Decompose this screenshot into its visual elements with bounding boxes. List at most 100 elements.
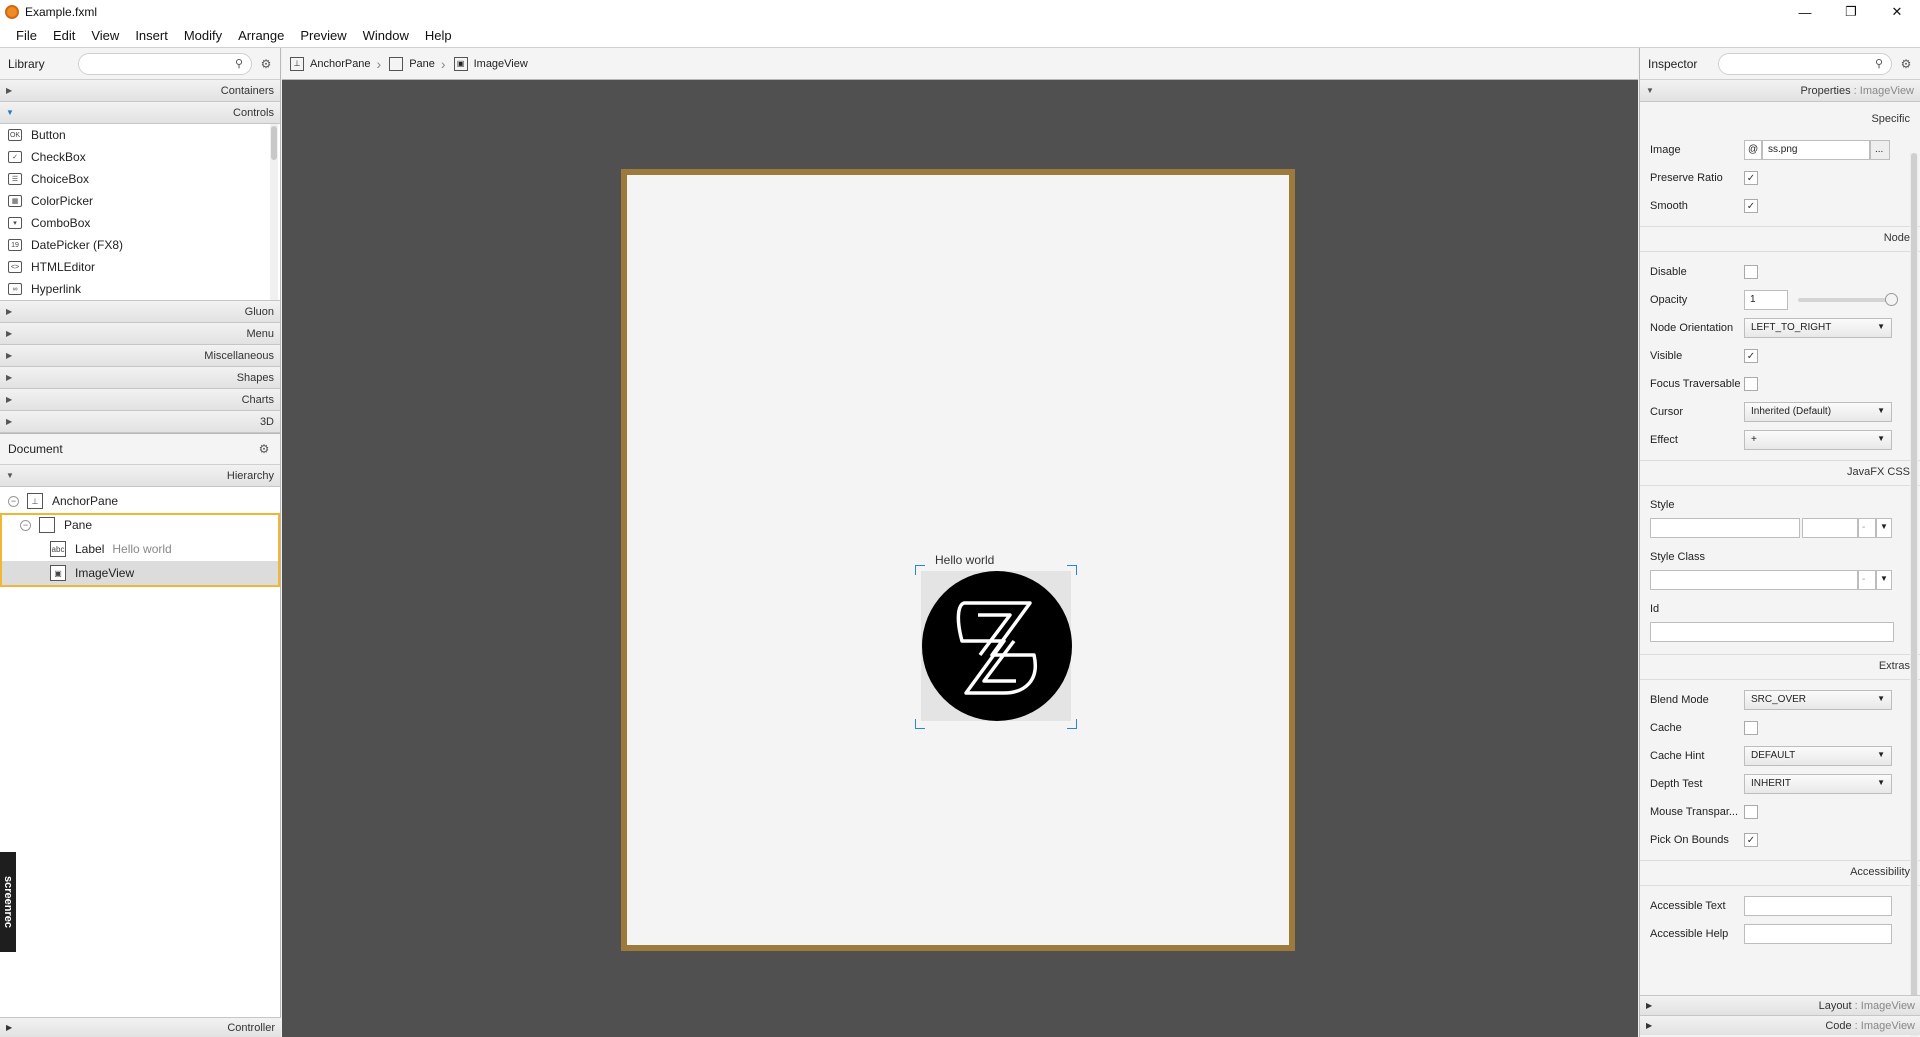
disable-checkbox[interactable] bbox=[1744, 265, 1758, 279]
minimize-button[interactable]: — bbox=[1782, 0, 1828, 24]
list-item[interactable]: <> HTMLEditor bbox=[0, 256, 280, 278]
section-menu[interactable]: ▶ Menu bbox=[0, 323, 280, 345]
visible-checkbox[interactable]: ✓ bbox=[1744, 349, 1758, 363]
image-browse-button[interactable]: ... bbox=[1870, 140, 1890, 160]
chevron-down-icon: ▼ bbox=[1877, 434, 1885, 443]
pick-on-bounds-checkbox[interactable]: ✓ bbox=[1744, 833, 1758, 847]
gear-icon[interactable]: ⚙ bbox=[256, 442, 272, 456]
section-controls[interactable]: ▼ Controls bbox=[0, 102, 280, 124]
list-item[interactable]: ✓ CheckBox bbox=[0, 146, 280, 168]
scrollbar[interactable] bbox=[270, 124, 278, 300]
menu-edit[interactable]: Edit bbox=[45, 28, 83, 43]
cache-checkbox[interactable] bbox=[1744, 721, 1758, 735]
breadcrumb-imageview[interactable]: ▣ ImageView bbox=[453, 56, 528, 71]
library-search-input[interactable]: ⚲ bbox=[78, 52, 252, 75]
section-3d[interactable]: ▶ 3D bbox=[0, 411, 280, 433]
opacity-field[interactable]: 1 bbox=[1744, 290, 1788, 310]
divider bbox=[1640, 485, 1920, 486]
menu-insert[interactable]: Insert bbox=[127, 28, 176, 43]
properties-section[interactable]: ▼ Properties : ImageView bbox=[1640, 80, 1920, 102]
hello-world-label[interactable]: Hello world bbox=[935, 553, 994, 567]
prop-style: - ▼ bbox=[1640, 516, 1920, 540]
section-label: Charts bbox=[241, 393, 274, 406]
cache-hint-select[interactable]: DEFAULT ▼ bbox=[1744, 746, 1892, 766]
style-class-field[interactable] bbox=[1650, 570, 1858, 590]
list-item[interactable]: 19 DatePicker (FX8) bbox=[0, 234, 280, 256]
accessible-text-field[interactable] bbox=[1744, 896, 1892, 916]
breadcrumb-pane[interactable]: Pane bbox=[389, 56, 435, 71]
restore-button[interactable]: ❐ bbox=[1828, 0, 1874, 24]
section-gluon[interactable]: ▶ Gluon bbox=[0, 301, 280, 323]
chevron-right-icon: ▶ bbox=[6, 417, 13, 426]
anchorpane-stage[interactable]: Hello world bbox=[621, 169, 1295, 951]
resize-handle-tr[interactable] bbox=[1067, 565, 1077, 575]
prop-node-orientation: Node Orientation LEFT_TO_RIGHT ▼ bbox=[1640, 314, 1920, 342]
style-menu-button[interactable]: - bbox=[1858, 518, 1876, 538]
menu-window[interactable]: Window bbox=[355, 28, 417, 43]
preserve-ratio-checkbox[interactable]: ✓ bbox=[1744, 171, 1758, 185]
resize-handle-tl[interactable] bbox=[915, 565, 925, 575]
prop-style-label: Style bbox=[1640, 494, 1920, 516]
imageview-icon: ▣ bbox=[453, 56, 468, 71]
accessible-help-field[interactable] bbox=[1744, 924, 1892, 944]
style-value-field[interactable] bbox=[1802, 518, 1858, 538]
tree-item-label: AnchorPane bbox=[52, 494, 119, 508]
effect-select[interactable]: + ▼ bbox=[1744, 430, 1892, 450]
prop-pick-on-bounds: Pick On Bounds ✓ bbox=[1640, 826, 1920, 854]
resize-handle-bl[interactable] bbox=[915, 719, 925, 729]
collapse-icon[interactable]: − bbox=[8, 495, 19, 507]
list-item[interactable]: ☰ ChoiceBox bbox=[0, 168, 280, 190]
menu-file[interactable]: File bbox=[8, 28, 45, 43]
resize-handle-br[interactable] bbox=[1067, 719, 1077, 729]
slider-thumb[interactable] bbox=[1885, 293, 1898, 306]
divider bbox=[1640, 679, 1920, 680]
opacity-slider[interactable] bbox=[1798, 293, 1898, 306]
list-item[interactable]: OK Button bbox=[0, 124, 280, 146]
smooth-checkbox[interactable]: ✓ bbox=[1744, 199, 1758, 213]
style-field[interactable] bbox=[1650, 518, 1800, 538]
design-canvas[interactable]: Hello world bbox=[282, 80, 1638, 1037]
section-shapes[interactable]: ▶ Shapes bbox=[0, 367, 280, 389]
gear-icon[interactable]: ⚙ bbox=[258, 57, 274, 71]
mouse-transparent-checkbox[interactable] bbox=[1744, 805, 1758, 819]
list-item[interactable]: ∞ Hyperlink bbox=[0, 278, 280, 300]
section-containers[interactable]: ▶ Containers bbox=[0, 80, 280, 102]
chevron-down-icon[interactable]: ▼ bbox=[1876, 518, 1892, 538]
close-button[interactable]: ✕ bbox=[1874, 0, 1920, 24]
screenrec-tab[interactable]: screenrec bbox=[0, 852, 16, 952]
gear-icon[interactable]: ⚙ bbox=[1898, 57, 1914, 71]
image-field[interactable]: ss.png bbox=[1762, 140, 1870, 160]
blend-mode-select[interactable]: SRC_OVER ▼ bbox=[1744, 690, 1892, 710]
menu-arrange[interactable]: Arrange bbox=[230, 28, 292, 43]
layout-section[interactable]: ▶ Layout : ImageView bbox=[1640, 995, 1920, 1015]
node-orientation-select[interactable]: LEFT_TO_RIGHT ▼ bbox=[1744, 318, 1892, 338]
scroll-thumb[interactable] bbox=[1911, 153, 1917, 1013]
inspector-search-input[interactable]: ⚲ bbox=[1718, 52, 1892, 75]
style-class-menu-button[interactable]: - bbox=[1858, 570, 1876, 590]
cursor-select[interactable]: Inherited (Default) ▼ bbox=[1744, 402, 1892, 422]
scroll-thumb[interactable] bbox=[271, 126, 277, 160]
colorpicker-icon: ▦ bbox=[8, 195, 22, 207]
menu-help[interactable]: Help bbox=[417, 28, 460, 43]
id-field[interactable] bbox=[1650, 622, 1894, 642]
menu-modify[interactable]: Modify bbox=[176, 28, 230, 43]
list-item[interactable]: ▦ ColorPicker bbox=[0, 190, 280, 212]
menu-preview[interactable]: Preview bbox=[292, 28, 354, 43]
depth-test-select[interactable]: INHERIT ▼ bbox=[1744, 774, 1892, 794]
tree-item-anchorpane[interactable]: − ⊥ AnchorPane bbox=[0, 489, 280, 513]
section-miscellaneous[interactable]: ▶ Miscellaneous bbox=[0, 345, 280, 367]
breadcrumb-anchorpane[interactable]: ⊥ AnchorPane bbox=[290, 56, 371, 71]
chevron-down-icon[interactable]: ▼ bbox=[1876, 570, 1892, 590]
section-hierarchy[interactable]: ▼ Hierarchy bbox=[0, 465, 280, 487]
scrollbar[interactable] bbox=[1910, 153, 1918, 1037]
inspector-body: Specific Image @ ss.png ... Preserve Rat… bbox=[1640, 108, 1920, 948]
imageview-node[interactable] bbox=[921, 571, 1072, 721]
chevron-right-icon: ▶ bbox=[1646, 1001, 1653, 1010]
section-charts[interactable]: ▶ Charts bbox=[0, 389, 280, 411]
focus-traversable-checkbox[interactable] bbox=[1744, 377, 1758, 391]
controller-section[interactable]: ▶ Controller bbox=[0, 1017, 281, 1037]
list-item[interactable]: ▾ ComboBox bbox=[0, 212, 280, 234]
menu-view[interactable]: View bbox=[83, 28, 127, 43]
chevron-right-icon: ▶ bbox=[6, 86, 13, 95]
code-section[interactable]: ▶ Code : ImageView bbox=[1640, 1015, 1920, 1035]
